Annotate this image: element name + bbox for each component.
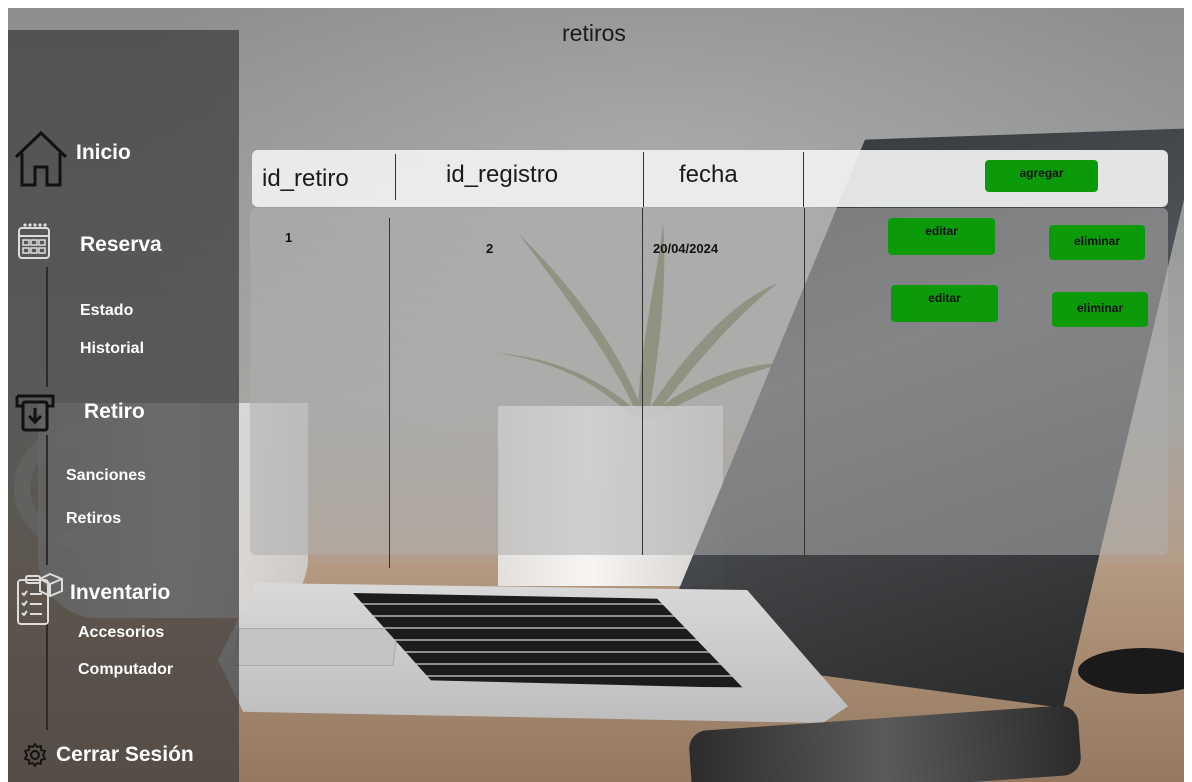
sidebar-item-label: Reserva (80, 233, 162, 256)
column-divider (642, 208, 643, 555)
calendar-icon (18, 223, 50, 259)
nav-connector-reserva (46, 267, 48, 387)
page-title: retiros (562, 20, 626, 46)
delete-button[interactable]: eliminar (1052, 292, 1148, 327)
nav-connector-inventario (46, 620, 48, 730)
sidebar: Inicio Reserva Estado Historial Retiro S… (8, 30, 239, 782)
column-divider (389, 218, 390, 568)
column-divider (803, 152, 804, 207)
column-header-fecha: fecha (679, 161, 738, 188)
sidebar-item-estado[interactable]: Estado (80, 302, 133, 320)
cell-id-registro: 2 (486, 241, 494, 256)
sidebar-item-historial[interactable]: Historial (80, 340, 144, 358)
sidebar-item-computador[interactable]: Computador (78, 661, 173, 679)
edit-button[interactable]: editar (891, 285, 998, 322)
sidebar-item-inventario[interactable]: Inventario (12, 570, 170, 628)
cell-id-retiro: 1 (285, 230, 293, 245)
clipboard-box-icon (17, 572, 63, 625)
sidebar-item-retiros[interactable]: Retiros (66, 510, 121, 528)
sidebar-item-label: Inventario (70, 581, 171, 604)
column-divider (804, 208, 805, 555)
column-divider (395, 154, 396, 200)
delete-button[interactable]: eliminar (1049, 225, 1145, 260)
trackpad (233, 628, 399, 666)
sidebar-item-sanciones[interactable]: Sanciones (66, 467, 146, 485)
column-divider (643, 152, 644, 207)
column-header-id-retiro: id_retiro (262, 165, 349, 192)
inbox-download-icon (15, 394, 55, 432)
logout-label: Cerrar Sesión (56, 743, 194, 766)
sidebar-item-retiro[interactable]: Retiro (14, 390, 145, 434)
gear-icon (24, 743, 46, 767)
sidebar-item-accesorios[interactable]: Accesorios (78, 624, 164, 642)
sidebar-item-reserva[interactable]: Reserva (16, 220, 162, 262)
sidebar-item-label: Inicio (76, 141, 131, 164)
sidebar-item-label: Retiro (84, 400, 145, 423)
cell-fecha: 20/04/2024 (653, 241, 719, 256)
table-body: 1 2 20/04/2024 editar eliminar editar el… (250, 208, 1168, 568)
column-header-id-registro: id_registro (446, 161, 559, 188)
home-icon (14, 130, 68, 187)
logout-button[interactable]: Cerrar Sesión (22, 742, 194, 768)
add-button[interactable]: agregar (985, 160, 1098, 192)
table-header: id_retiro id_registro fecha agregar (252, 150, 1168, 207)
edit-button[interactable]: editar (888, 218, 995, 255)
sidebar-item-inicio[interactable]: Inicio (12, 127, 131, 189)
nav-connector-retiro (46, 435, 48, 565)
